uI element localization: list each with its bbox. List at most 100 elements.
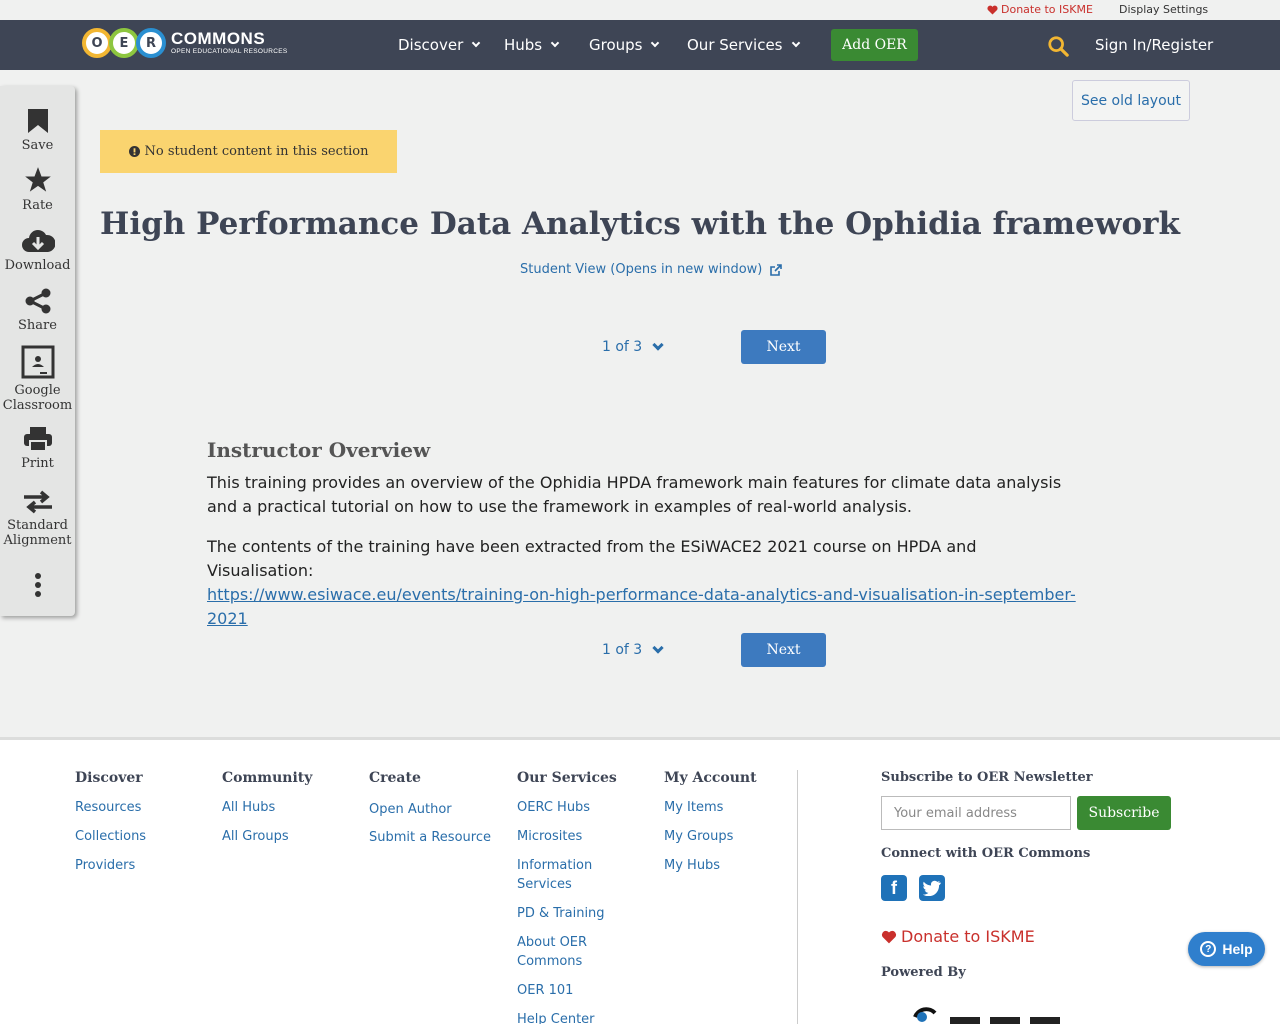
nav-hubs[interactable]: Hubs <box>504 36 560 54</box>
standard-alignment-label-1: Standard <box>7 518 68 533</box>
next-button-bottom[interactable]: Next <box>741 633 826 667</box>
chevron-down-icon <box>651 38 660 48</box>
footer-link-pd-training[interactable]: PD & Training <box>517 904 605 923</box>
footer-link-open-author[interactable]: Open Author <box>369 800 452 819</box>
student-view-label: Student View (Opens in new window) <box>520 262 763 277</box>
newsletter-email-input[interactable]: Your email address <box>881 796 1071 830</box>
save-label: Save <box>21 138 54 153</box>
footer-link-all-groups[interactable]: All Groups <box>222 827 289 846</box>
google-classroom-icon <box>21 345 54 379</box>
footer-link-oerc-hubs[interactable]: OERC Hubs <box>517 798 590 817</box>
tool-sidebar: Save Rate Download Share Google Classroo… <box>0 86 75 616</box>
bookmark-icon <box>27 109 48 133</box>
google-classroom-label-2: Classroom <box>2 398 73 413</box>
footer-link-my-hubs[interactable]: My Hubs <box>664 856 720 875</box>
footer-donate-label: Donate to ISKME <box>901 927 1035 946</box>
footer-link-resources[interactable]: Resources <box>75 798 141 817</box>
footer-link-collections[interactable]: Collections <box>75 827 146 846</box>
save-tool[interactable]: Save <box>0 108 75 153</box>
nav-hubs-label: Hubs <box>504 36 543 54</box>
footer-link-help-center[interactable]: Help Center <box>517 1010 595 1024</box>
footer-create-heading: Create <box>369 770 421 786</box>
facebook-icon[interactable]: f <box>881 875 907 901</box>
footer-link-all-hubs[interactable]: All Hubs <box>222 798 275 817</box>
connect-heading: Connect with OER Commons <box>881 846 1091 861</box>
iskme-logo[interactable] <box>905 1005 1095 1024</box>
site-footer: Discover Resources Collections Providers… <box>0 737 1280 1024</box>
footer-discover-heading: Discover <box>75 770 143 786</box>
page-title: High Performance Data Analytics with the… <box>100 206 1180 242</box>
chevron-down-icon <box>550 38 560 48</box>
overview-paragraph-1: This training provides an overview of th… <box>207 473 1062 516</box>
footer-link-about-oer-commons[interactable]: About OER Commons <box>517 933 607 971</box>
more-options-tool[interactable] <box>0 572 75 602</box>
printer-icon <box>23 427 52 452</box>
nav-our-services-label: Our Services <box>687 36 783 54</box>
student-view-link[interactable]: Student View (Opens in new window) <box>520 262 783 277</box>
exchange-arrows-icon <box>23 490 52 514</box>
external-link-icon <box>770 263 783 276</box>
see-old-layout-button[interactable]: See old layout <box>1072 80 1190 121</box>
logo-letter-o: O <box>82 28 112 58</box>
question-circle-icon: ? <box>1200 941 1217 957</box>
print-tool[interactable]: Print <box>0 426 75 471</box>
footer-link-information-services[interactable]: Information Services <box>517 856 607 894</box>
logo-word: COMMONS <box>171 29 266 49</box>
standard-alignment-tool[interactable]: Standard Alignment <box>0 490 75 548</box>
twitter-icon[interactable] <box>919 875 945 901</box>
subscribe-button[interactable]: Subscribe <box>1077 796 1171 830</box>
footer-link-submit-resource[interactable]: Submit a Resource <box>369 828 491 847</box>
newsletter-heading: Subscribe to OER Newsletter <box>881 770 1093 785</box>
share-tool[interactable]: Share <box>0 288 75 333</box>
instructor-overview-heading: Instructor Overview <box>207 438 431 462</box>
footer-link-oer-101[interactable]: OER 101 <box>517 981 573 1000</box>
next-button-top[interactable]: Next <box>741 330 826 364</box>
standard-alignment-label-2: Alignment <box>3 533 72 548</box>
nav-discover[interactable]: Discover <box>398 36 481 54</box>
alert-text: No student content in this section <box>144 144 369 159</box>
nav-our-services[interactable]: Our Services <box>687 36 800 54</box>
donate-link[interactable]: Donate to ISKME <box>987 3 1093 16</box>
footer-community-heading: Community <box>222 770 313 786</box>
vertical-ellipsis-icon <box>34 573 41 597</box>
nav-groups[interactable]: Groups <box>589 36 660 54</box>
section-pager-top[interactable]: 1 of 3 <box>602 338 664 355</box>
chevron-down-icon <box>471 38 481 48</box>
logo-letter-e: E <box>109 28 139 58</box>
overview-paragraph-2: The contents of the training have been e… <box>207 535 1087 631</box>
overview-paragraph-2-text: The contents of the training have been e… <box>207 537 977 580</box>
footer-account-heading: My Account <box>664 770 757 786</box>
footer-link-providers[interactable]: Providers <box>75 856 135 875</box>
utility-bar: Donate to ISKME Display Settings <box>0 0 1280 20</box>
oer-commons-logo[interactable]: O E R COMMONS OPEN EDUCATIONAL RESOURCES <box>82 25 288 61</box>
main-navbar: O E R COMMONS OPEN EDUCATIONAL RESOURCES… <box>0 20 1280 70</box>
footer-services-heading: Our Services <box>517 770 617 786</box>
add-oer-button[interactable]: Add OER <box>831 29 918 61</box>
pager-label: 1 of 3 <box>602 339 643 355</box>
pager-label: 1 of 3 <box>602 642 643 658</box>
logo-wordmark: COMMONS OPEN EDUCATIONAL RESOURCES <box>171 30 288 56</box>
logo-tagline: OPEN EDUCATIONAL RESOURCES <box>171 48 288 56</box>
footer-donate-link[interactable]: Donate to ISKME <box>881 927 1035 946</box>
footer-link-microsites[interactable]: Microsites <box>517 827 582 846</box>
section-pager-bottom[interactable]: 1 of 3 <box>602 641 664 658</box>
footer-divider <box>797 770 798 1024</box>
google-classroom-tool[interactable]: Google Classroom <box>0 345 75 413</box>
star-icon <box>24 167 51 192</box>
powered-by-heading: Powered By <box>881 965 966 980</box>
nav-groups-label: Groups <box>589 36 643 54</box>
exclamation-circle-icon <box>128 146 140 157</box>
share-icon <box>25 288 50 314</box>
search-icon[interactable] <box>1047 35 1069 57</box>
logo-letter-r: R <box>136 28 166 58</box>
help-button[interactable]: ? Help <box>1188 932 1265 966</box>
sign-in-register-link[interactable]: Sign In/Register <box>1095 36 1213 54</box>
display-settings-link[interactable]: Display Settings <box>1119 3 1208 16</box>
footer-link-my-groups[interactable]: My Groups <box>664 827 733 846</box>
esiwace-training-link[interactable]: https://www.esiwace.eu/events/training-o… <box>207 585 1076 628</box>
footer-link-my-items[interactable]: My Items <box>664 798 723 817</box>
chevron-down-icon <box>791 38 800 48</box>
donate-label: Donate to ISKME <box>1001 3 1093 16</box>
chevron-down-icon <box>652 641 664 654</box>
heart-icon <box>987 5 998 15</box>
